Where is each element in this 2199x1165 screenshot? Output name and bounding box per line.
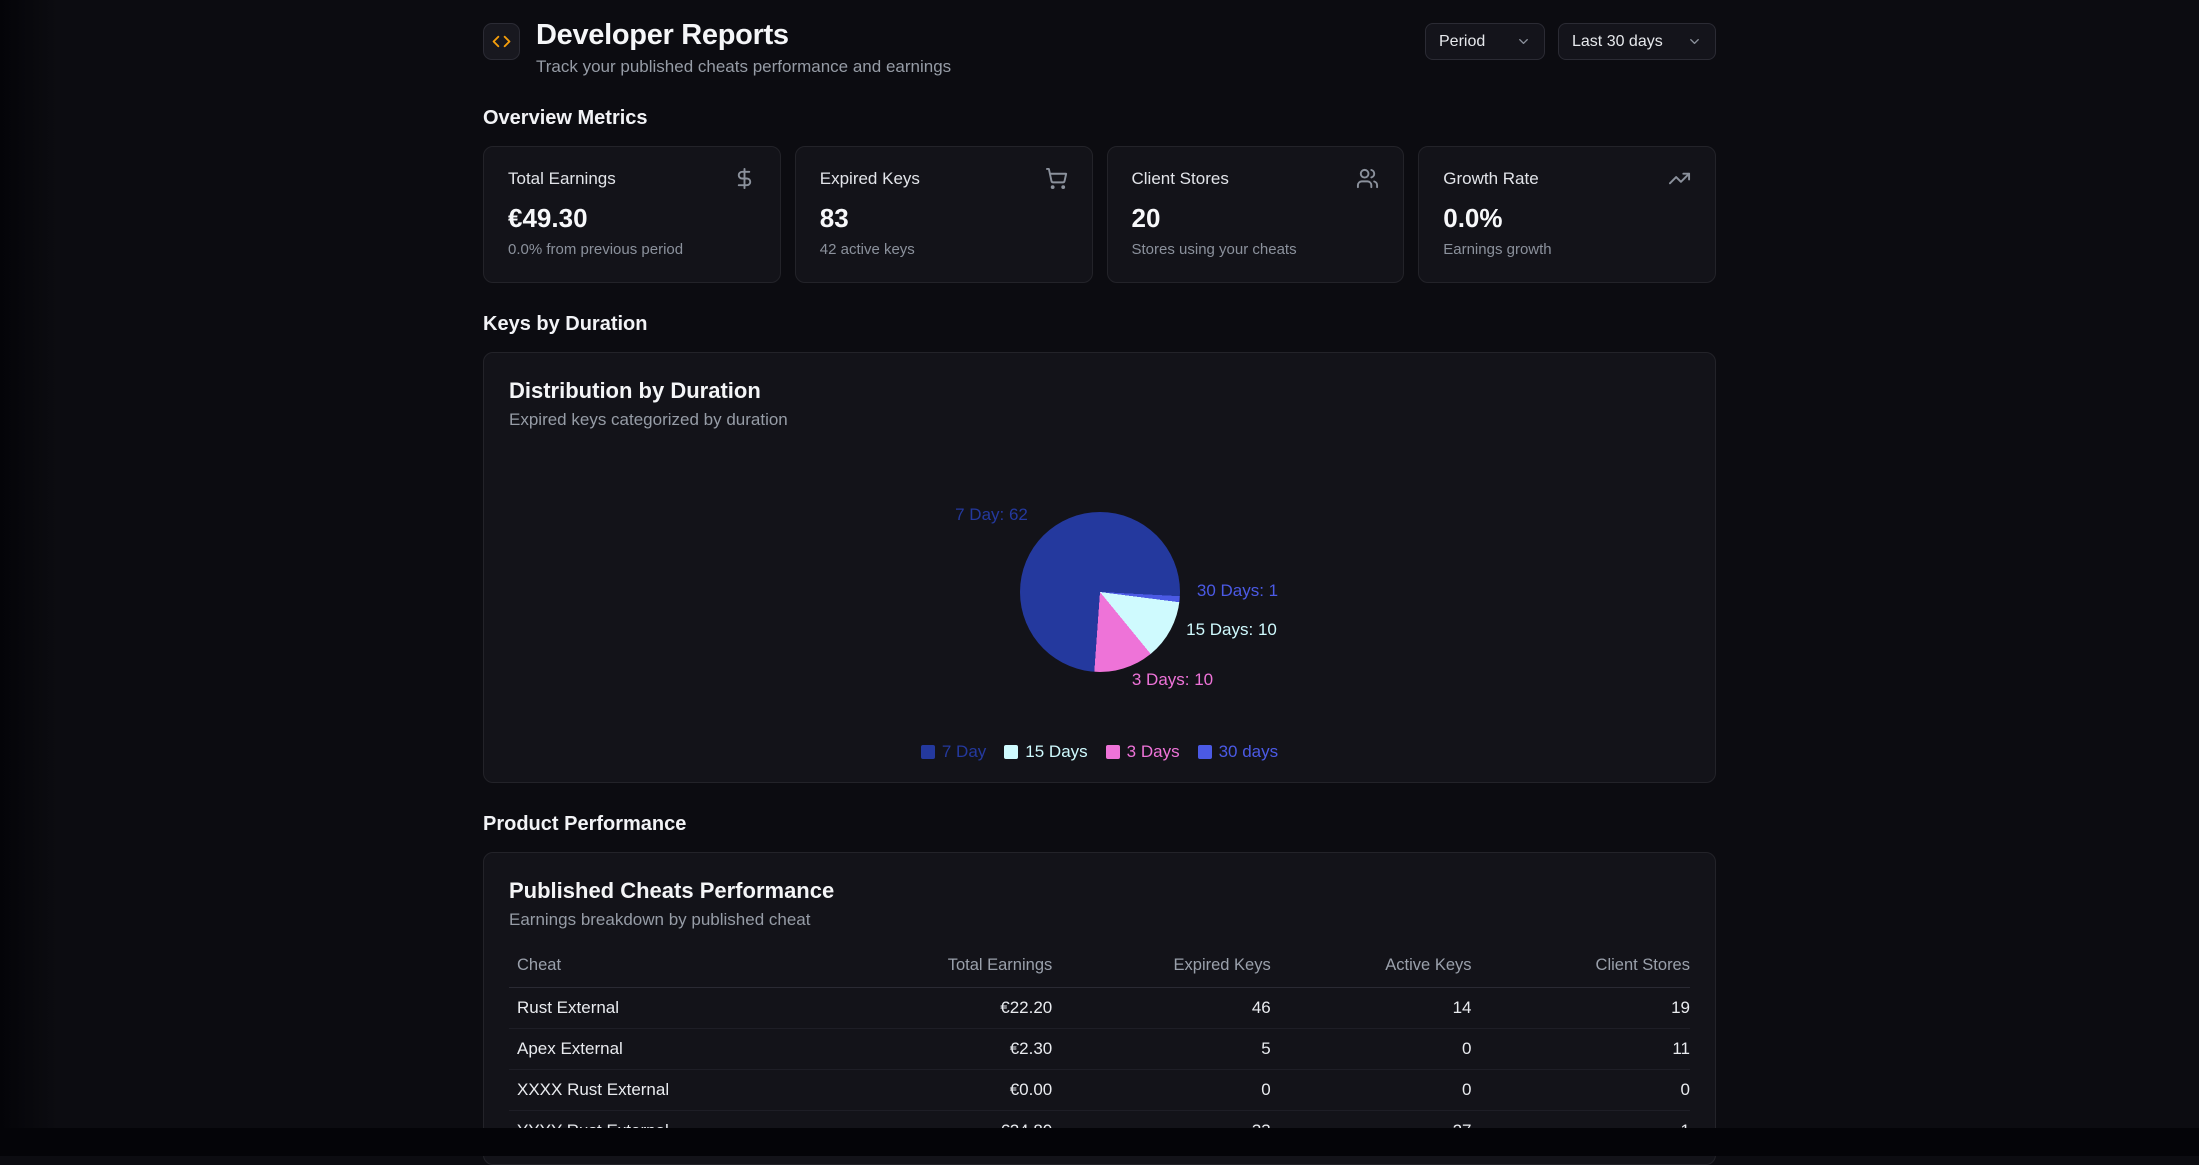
table-cell: 0 (1052, 1070, 1270, 1111)
page-subtitle: Track your published cheats performance … (536, 57, 951, 77)
legend-item-7-day[interactable]: 7 Day (921, 742, 986, 762)
legend-swatch (1198, 745, 1212, 759)
legend-item-30-days[interactable]: 30 days (1198, 742, 1279, 762)
left-edge-shade (0, 0, 58, 1156)
header-controls: Period Last 30 days (1425, 23, 1716, 60)
distribution-chart-card: Distribution by Duration Expired keys ca… (483, 352, 1716, 783)
cheat-name-cell: Rust External (509, 988, 840, 1029)
section-heading-overview-metrics: Overview Metrics (483, 107, 1716, 130)
legend-swatch (921, 745, 935, 759)
page-header: Developer Reports Track your published c… (483, 19, 1716, 77)
pie-chart[interactable] (1020, 512, 1180, 672)
chart-card-subtitle: Expired keys categorized by duration (509, 410, 1690, 430)
legend-label: 30 days (1219, 742, 1279, 762)
section-heading-keys-by-duration: Keys by Duration (483, 313, 1716, 336)
period-select-value: Period (1439, 33, 1485, 51)
page-title: Developer Reports (536, 19, 951, 52)
legend-item-3-days[interactable]: 3 Days (1106, 742, 1180, 762)
metric-value: 83 (820, 203, 1068, 234)
metric-value: 0.0% (1443, 203, 1691, 234)
column-header: Expired Keys (1052, 956, 1270, 988)
legend-label: 3 Days (1127, 742, 1180, 762)
cheat-name-cell: Apex External (509, 1029, 840, 1070)
pie-chart-area: 7 Day: 62 30 Days: 1 15 Days: 10 3 Days:… (509, 438, 1690, 738)
title-group: Developer Reports Track your published c… (483, 19, 951, 77)
column-header: Client Stores (1472, 956, 1691, 988)
table-cell: 19 (1472, 988, 1691, 1029)
table-cell: 0 (1271, 1070, 1472, 1111)
metric-subtext: Earnings growth (1443, 241, 1691, 258)
metric-value: 20 (1132, 203, 1380, 234)
legend-swatch (1004, 745, 1018, 759)
trend-up-icon (1668, 167, 1691, 190)
table-row: Apex External€2.305011 (509, 1029, 1690, 1070)
column-header: Total Earnings (840, 956, 1053, 988)
table-card-title: Published Cheats Performance (509, 878, 1690, 904)
legend-label: 15 Days (1025, 742, 1087, 762)
legend-swatch (1106, 745, 1120, 759)
date-range-select-value: Last 30 days (1572, 33, 1663, 51)
metric-subtext: Stores using your cheats (1132, 241, 1380, 258)
section-heading-product-performance: Product Performance (483, 813, 1716, 836)
metric-label: Client Stores (1132, 169, 1229, 189)
metric-subtext: 0.0% from previous period (508, 241, 756, 258)
performance-table-card: Published Cheats Performance Earnings br… (483, 852, 1716, 1165)
metric-card-growth-rate: Growth Rate 0.0% Earnings growth (1418, 146, 1716, 283)
table-cell: €2.30 (840, 1029, 1053, 1070)
table-cell: 0 (1271, 1029, 1472, 1070)
pie-label-15-days: 15 Days: 10 (1186, 620, 1277, 640)
legend-item-15-days[interactable]: 15 Days (1004, 742, 1087, 762)
metric-card-total-earnings: Total Earnings €49.30 0.0% from previous… (483, 146, 781, 283)
table-cell: 0 (1472, 1070, 1691, 1111)
cheat-name-cell: XXXX Rust External (509, 1070, 840, 1111)
users-icon (1356, 167, 1379, 190)
bottom-edge-shade (0, 1128, 2199, 1156)
chart-legend: 7 Day 15 Days 3 Days 30 days (509, 742, 1690, 762)
metric-label: Expired Keys (820, 169, 920, 189)
performance-table: CheatTotal EarningsExpired KeysActive Ke… (509, 956, 1690, 1152)
table-row: Rust External€22.20461419 (509, 988, 1690, 1029)
metrics-grid: Total Earnings €49.30 0.0% from previous… (483, 146, 1716, 283)
table-cell: 14 (1271, 988, 1472, 1029)
pie-label-3-days: 3 Days: 10 (1132, 670, 1213, 690)
chevron-down-icon (1516, 34, 1531, 49)
table-cell: €0.00 (840, 1070, 1053, 1111)
cart-icon (1045, 167, 1068, 190)
chevron-down-icon (1687, 34, 1702, 49)
table-cell: 11 (1472, 1029, 1691, 1070)
pie-label-7-day: 7 Day: 62 (955, 505, 1028, 525)
metric-card-expired-keys: Expired Keys 83 42 active keys (795, 146, 1093, 283)
metric-card-client-stores: Client Stores 20 Stores using your cheat… (1107, 146, 1405, 283)
table-cell: €22.20 (840, 988, 1053, 1029)
table-cell: 5 (1052, 1029, 1270, 1070)
metric-label: Total Earnings (508, 169, 616, 189)
code-brackets-icon (483, 23, 520, 60)
metric-subtext: 42 active keys (820, 241, 1068, 258)
pie-label-30-days: 30 Days: 1 (1197, 581, 1278, 601)
date-range-select[interactable]: Last 30 days (1558, 23, 1716, 60)
developer-reports-page: Developer Reports Track your published c… (483, 0, 1716, 1165)
table-cell: 46 (1052, 988, 1270, 1029)
table-header-row: CheatTotal EarningsExpired KeysActive Ke… (509, 956, 1690, 988)
column-header: Active Keys (1271, 956, 1472, 988)
dollar-icon (733, 167, 756, 190)
table-card-subtitle: Earnings breakdown by published cheat (509, 910, 1690, 930)
metric-value: €49.30 (508, 203, 756, 234)
chart-card-title: Distribution by Duration (509, 378, 1690, 404)
period-select[interactable]: Period (1425, 23, 1545, 60)
table-row: XXXX Rust External€0.00000 (509, 1070, 1690, 1111)
metric-label: Growth Rate (1443, 169, 1538, 189)
column-header: Cheat (509, 956, 840, 988)
title-block: Developer Reports Track your published c… (536, 19, 951, 77)
legend-label: 7 Day (942, 742, 986, 762)
